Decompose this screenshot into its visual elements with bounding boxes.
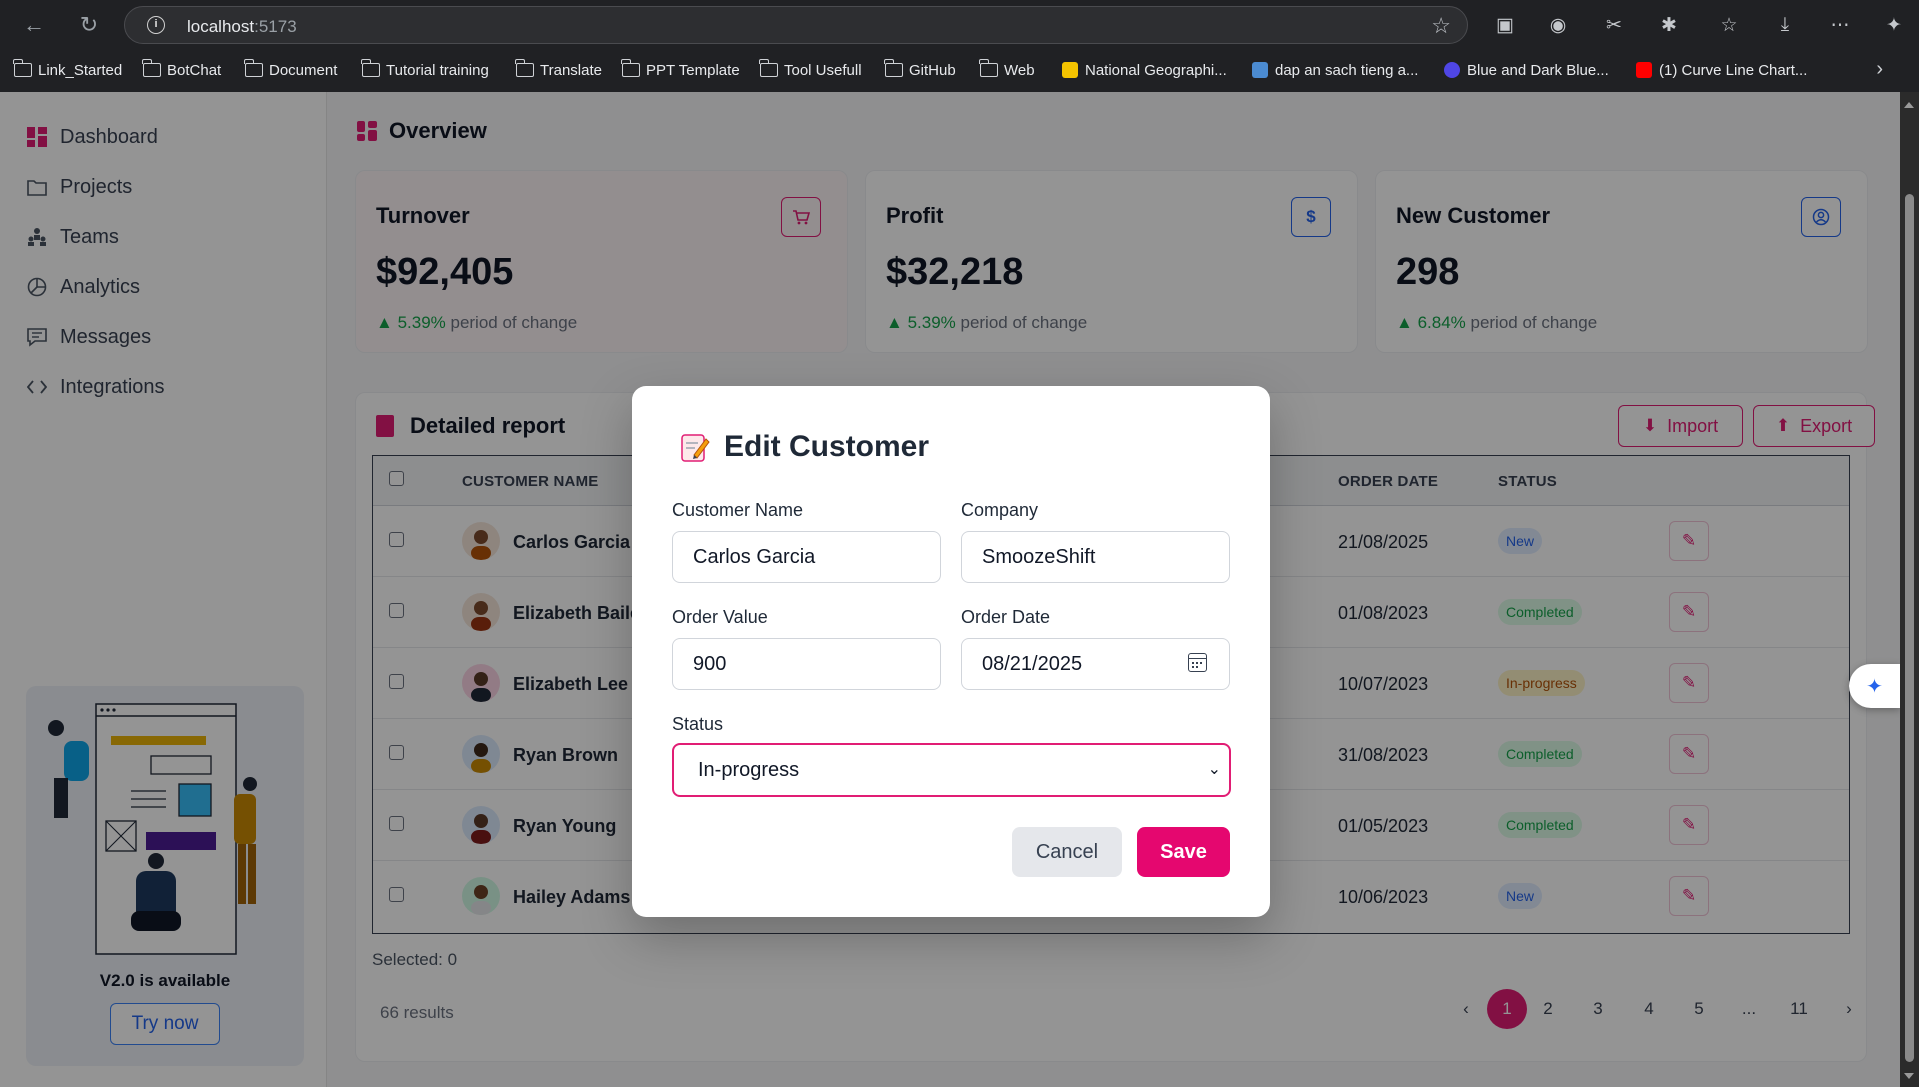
chrome-extension-icon[interactable]: ◉ <box>1543 10 1573 40</box>
scroll-down-icon[interactable] <box>1904 1073 1914 1079</box>
chevron-right-icon[interactable]: › <box>1876 58 1883 81</box>
status-select[interactable]: In-progress ⌄ <box>672 743 1231 797</box>
favorites-icon[interactable]: ☆ <box>1714 10 1744 40</box>
bookmark-item[interactable]: Web <box>979 59 1035 81</box>
chevron-down-icon: ⌄ <box>1207 761 1221 778</box>
address-bar[interactable]: i localhost:5173 ☆ <box>124 6 1468 44</box>
bookmark-item[interactable]: Translate <box>515 59 602 81</box>
edit-note-icon <box>680 431 710 463</box>
folder-icon <box>979 59 998 77</box>
modal-title: Edit Customer <box>680 430 929 464</box>
status-select-value: In-progress <box>698 758 800 781</box>
natgeo-icon <box>1062 62 1078 78</box>
folder-icon <box>361 59 380 77</box>
folder-icon <box>244 59 263 77</box>
copilot-icon[interactable]: ✦ <box>1879 10 1909 40</box>
order-value-label: Order Value <box>672 607 768 627</box>
back-icon[interactable]: ← <box>17 8 51 42</box>
puzzle-extension-icon[interactable]: ✂ <box>1599 10 1629 40</box>
folder-icon <box>621 59 640 77</box>
site-favicon-icon <box>1252 62 1268 78</box>
browser-toolbar: ← ↻ i localhost:5173 ☆ ▣ ◉ ✂ ✱ ☆ ⤓ ⋯ ✦ <box>0 0 1919 50</box>
bookmark-item[interactable]: National Geographi... <box>1062 59 1227 81</box>
folder-icon <box>884 59 903 77</box>
site-info-icon[interactable]: i <box>147 16 165 34</box>
status-label: Status <box>672 714 724 734</box>
bookmark-item[interactable]: dap an sach tieng a... <box>1252 59 1418 81</box>
company-input[interactable]: SmoozeShift <box>961 531 1230 583</box>
company-label: Company <box>961 500 1039 520</box>
scroll-up-icon[interactable] <box>1904 102 1914 108</box>
order-date-value: 08/21/2025 <box>982 652 1083 675</box>
bookmark-item[interactable]: PPT Template <box>621 59 740 81</box>
url-text: localhost:5173 <box>187 17 297 36</box>
bookmark-item[interactable]: GitHub <box>884 59 956 81</box>
order-date-input[interactable]: 08/21/2025 <box>961 638 1230 690</box>
bookmark-item[interactable]: BotChat <box>142 59 221 81</box>
customer-name-label: Customer Name <box>672 500 804 520</box>
browser-chrome: ← ↻ i localhost:5173 ☆ ▣ ◉ ✂ ✱ ☆ ⤓ ⋯ ✦ L… <box>0 0 1919 92</box>
folder-icon <box>759 59 778 77</box>
bookmark-item[interactable]: Tool Usefull <box>759 59 862 81</box>
folder-icon <box>515 59 534 77</box>
bookmark-star-icon[interactable]: ☆ <box>1431 13 1451 39</box>
calendar-icon[interactable] <box>1188 653 1207 672</box>
order-date-label: Order Date <box>961 607 1051 627</box>
reload-icon[interactable]: ↻ <box>72 8 106 42</box>
bookmark-item[interactable]: Tutorial training <box>361 59 489 81</box>
sparkle-assistant-icon[interactable]: ✦ <box>1849 664 1900 708</box>
bookmark-item[interactable]: Blue and Dark Blue... <box>1444 59 1609 81</box>
customer-name-input[interactable]: Carlos Garcia <box>672 531 941 583</box>
order-value-input[interactable]: 900 <box>672 638 941 690</box>
save-button[interactable]: Save <box>1137 827 1230 877</box>
cancel-button[interactable]: Cancel <box>1012 827 1122 877</box>
extension-icon[interactable]: ▣ <box>1490 10 1520 40</box>
more-menu-icon[interactable]: ⋯ <box>1825 10 1855 40</box>
downloads-icon[interactable]: ⤓ <box>1770 10 1800 40</box>
page-scrollbar[interactable] <box>1900 92 1919 1087</box>
extensions-icon[interactable]: ✱ <box>1654 10 1684 40</box>
bookmarks-bar: Link_Started BotChat Document Tutorial t… <box>0 52 1919 88</box>
bookmark-item[interactable]: (1) Curve Line Chart... <box>1636 59 1807 81</box>
canva-icon <box>1444 62 1460 78</box>
folder-icon <box>13 59 32 77</box>
scroll-thumb[interactable] <box>1905 194 1914 1062</box>
bookmark-item[interactable]: Document <box>244 59 337 81</box>
bookmark-item[interactable]: Link_Started <box>13 59 122 81</box>
youtube-icon <box>1636 62 1652 78</box>
folder-icon <box>142 59 161 77</box>
edit-customer-modal: Edit Customer Customer Name Carlos Garci… <box>632 386 1270 917</box>
